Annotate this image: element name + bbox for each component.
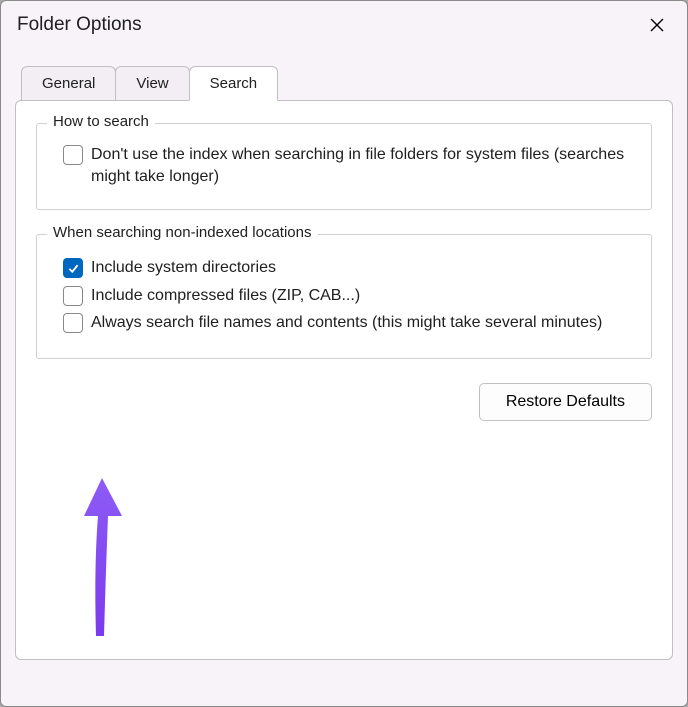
check-icon	[67, 262, 80, 275]
option-sysdirs-row: Include system directories	[63, 257, 633, 279]
close-icon	[649, 17, 665, 33]
folder-options-window: Folder Options General View Search How t…	[0, 0, 688, 707]
group-how-to-search: How to search Don't use the index when s…	[36, 123, 652, 210]
tabs-area: General View Search How to search Don't …	[1, 45, 687, 660]
arrow-annotation-icon	[76, 476, 136, 646]
label-compressed: Include compressed files (ZIP, CAB...)	[91, 285, 360, 307]
option-noindex-row: Don't use the index when searching in fi…	[63, 144, 633, 187]
restore-defaults-button[interactable]: Restore Defaults	[479, 383, 652, 421]
tab-general[interactable]: General	[21, 66, 116, 101]
checkbox-contents[interactable]	[63, 313, 83, 333]
label-sysdirs: Include system directories	[91, 257, 276, 279]
tab-row: General View Search	[21, 65, 673, 100]
group-non-indexed-legend: When searching non-indexed locations	[47, 224, 318, 241]
checkbox-compressed[interactable]	[63, 286, 83, 306]
option-contents-row: Always search file names and contents (t…	[63, 312, 633, 334]
label-noindex: Don't use the index when searching in fi…	[91, 144, 633, 187]
tab-search[interactable]: Search	[189, 66, 279, 101]
titlebar: Folder Options	[1, 1, 687, 45]
option-compressed-row: Include compressed files (ZIP, CAB...)	[63, 285, 633, 307]
group-non-indexed: When searching non-indexed locations Inc…	[36, 234, 652, 359]
tab-content-search: How to search Don't use the index when s…	[15, 100, 673, 660]
tab-view[interactable]: View	[115, 66, 189, 101]
close-button[interactable]	[641, 9, 673, 41]
window-title: Folder Options	[17, 14, 142, 36]
group-how-to-search-legend: How to search	[47, 113, 155, 130]
restore-row: Restore Defaults	[36, 383, 652, 421]
checkbox-noindex[interactable]	[63, 145, 83, 165]
label-contents: Always search file names and contents (t…	[91, 312, 602, 334]
checkbox-sysdirs[interactable]	[63, 258, 83, 278]
